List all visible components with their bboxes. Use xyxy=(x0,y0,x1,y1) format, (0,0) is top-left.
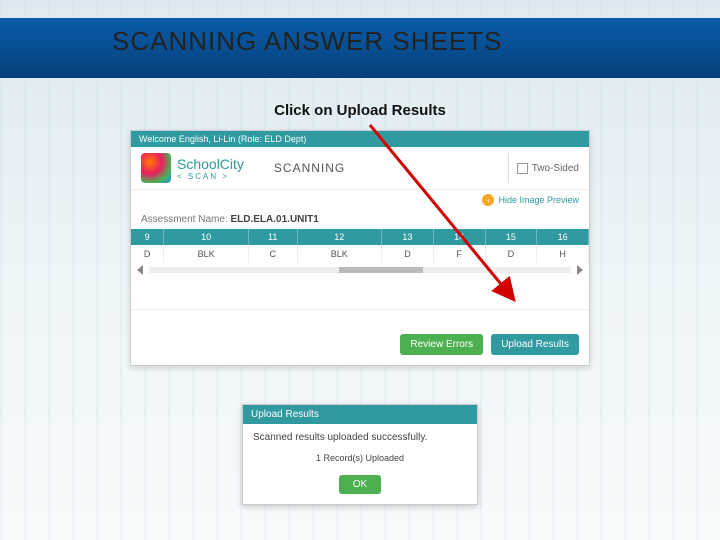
assessment-value: ELD.ELA.01.UNIT1 xyxy=(230,214,318,225)
schoolcity-logo-icon xyxy=(141,153,171,183)
cell[interactable]: D xyxy=(382,245,434,263)
cell[interactable]: F xyxy=(433,245,485,263)
brand-text: SchoolCity xyxy=(177,156,244,172)
hide-preview-label: Hide Image Preview xyxy=(498,195,579,205)
cell[interactable]: C xyxy=(248,245,297,263)
cell[interactable]: BLK xyxy=(297,245,382,263)
scroll-right-icon[interactable] xyxy=(577,265,583,275)
checkbox-icon[interactable] xyxy=(517,163,528,174)
app-header: SchoolCity < SCAN > SCANNING Two-Sided xyxy=(131,147,589,190)
action-buttons: Review Errors Upload Results xyxy=(131,309,589,365)
col-header: 13 xyxy=(382,229,434,245)
ok-button[interactable]: OK xyxy=(339,475,381,494)
upload-results-button[interactable]: Upload Results xyxy=(491,334,579,355)
brand-subtext: < SCAN > xyxy=(177,172,244,181)
col-header: 10 xyxy=(164,229,249,245)
dialog-message: Scanned results uploaded successfully. xyxy=(243,424,477,447)
grid-data-row: D BLK C BLK D F D H xyxy=(131,245,589,263)
dialog-title: Upload Results xyxy=(243,405,477,424)
page-title: SCANNING ANSWER SHEETS xyxy=(112,26,502,57)
review-errors-button[interactable]: Review Errors xyxy=(400,334,483,355)
assessment-name-row: Assessment Name: ELD.ELA.01.UNIT1 xyxy=(131,210,589,229)
assessment-label: Assessment Name: xyxy=(141,214,228,225)
scanning-app-window: Welcome English, Li-Lin (Role: ELD Dept)… xyxy=(130,130,590,366)
mode-label: SCANNING xyxy=(274,161,345,175)
welcome-bar: Welcome English, Li-Lin (Role: ELD Dept) xyxy=(131,131,589,147)
col-header: 9 xyxy=(131,229,164,245)
cell[interactable]: D xyxy=(131,245,164,263)
grid-header-row: 9 10 11 12 13 14 15 16 xyxy=(131,229,589,245)
cell-highlighted[interactable]: BLK xyxy=(164,245,249,263)
dialog-count: 1 Record(s) Uploaded xyxy=(243,447,477,469)
cell[interactable]: H xyxy=(537,245,589,263)
col-header: 16 xyxy=(537,229,589,245)
two-sided-option[interactable]: Two-Sided xyxy=(508,154,579,182)
answer-grid: 9 10 11 12 13 14 15 16 D BLK C BLK D F D… xyxy=(131,229,589,263)
cell[interactable]: D xyxy=(485,245,537,263)
scrollbar-track[interactable] xyxy=(149,267,571,273)
scroll-left-icon[interactable] xyxy=(137,265,143,275)
collapse-icon[interactable]: ‹ xyxy=(482,194,494,206)
col-header: 12 xyxy=(297,229,382,245)
col-header: 15 xyxy=(485,229,537,245)
hide-preview-toggle[interactable]: ‹ Hide Image Preview xyxy=(131,190,589,210)
dialog-footer: OK xyxy=(243,469,477,504)
upload-results-dialog: Upload Results Scanned results uploaded … xyxy=(242,404,478,505)
col-header: 11 xyxy=(248,229,297,245)
two-sided-label: Two-Sided xyxy=(532,163,579,174)
brand-name: SchoolCity < SCAN > xyxy=(177,156,244,181)
horizontal-scroll[interactable] xyxy=(131,263,589,279)
instruction-text: Click on Upload Results xyxy=(0,102,720,119)
col-header: 14 xyxy=(433,229,485,245)
